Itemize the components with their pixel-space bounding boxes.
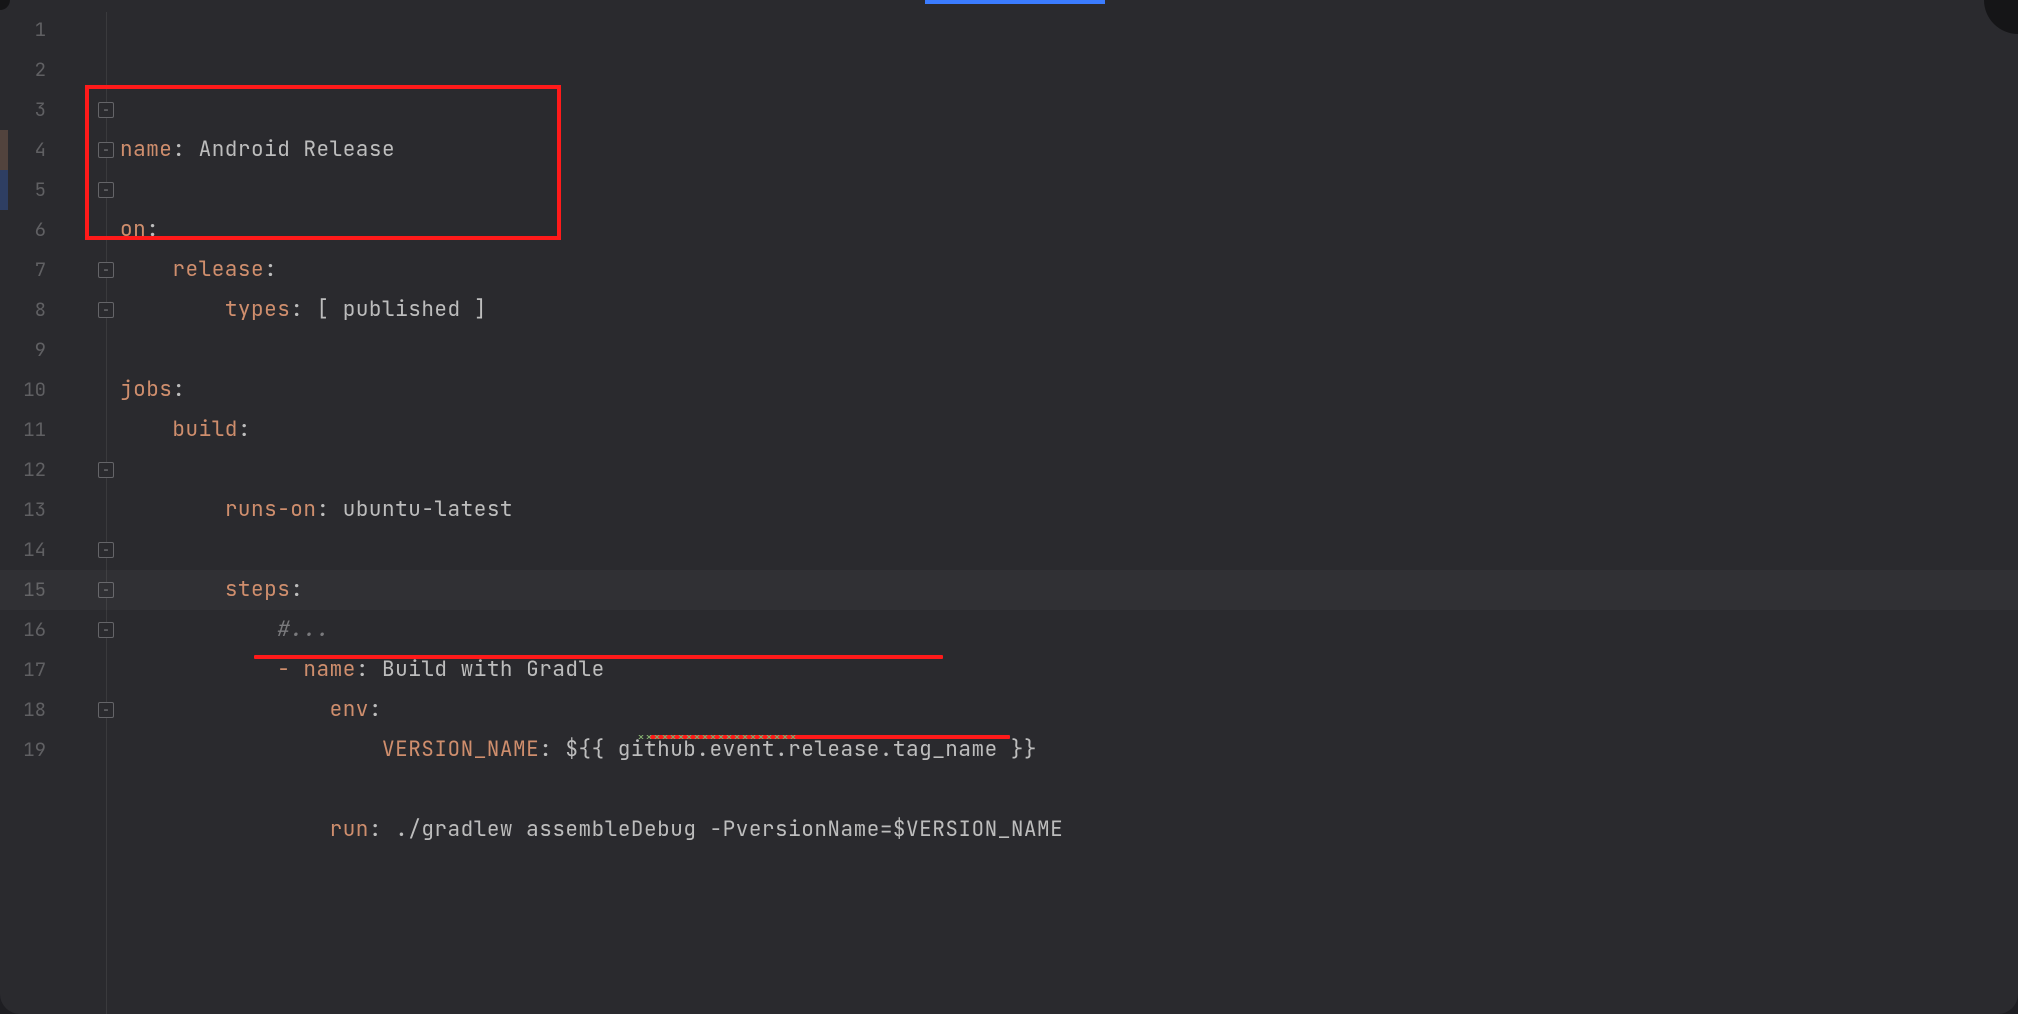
code-token <box>120 610 277 650</box>
code-token: : <box>146 210 159 250</box>
code-line[interactable]: #... <box>120 610 2018 650</box>
code-token: : <box>264 250 277 290</box>
line-number[interactable]: 19 <box>0 730 62 770</box>
code-token <box>120 810 330 850</box>
code-line[interactable]: run: ./gradlew assembleDebug -PversionNa… <box>120 810 2018 850</box>
code-line[interactable]: steps: <box>0 570 2018 610</box>
line-number[interactable]: 14 <box>0 530 62 570</box>
code-token: : <box>172 370 185 410</box>
code-token <box>120 290 225 330</box>
code-token: : <box>539 730 565 770</box>
code-token: ubuntu-latest <box>343 490 513 530</box>
code-line[interactable]: jobs: <box>120 370 2018 410</box>
code-token: release <box>172 250 264 290</box>
code-token: : <box>317 490 343 530</box>
fold-toggle-icon[interactable]: − <box>98 702 114 718</box>
code-token <box>120 250 172 290</box>
code-token <box>120 690 330 730</box>
code-token: Android Release <box>199 130 396 170</box>
line-number[interactable]: 7 <box>0 250 62 290</box>
line-number[interactable]: 4 <box>0 130 62 170</box>
code-token: : <box>290 290 316 330</box>
code-token: runs-on <box>225 490 317 530</box>
code-token: jobs <box>120 370 172 410</box>
line-number[interactable]: 11 <box>0 410 62 450</box>
code-token: #... <box>277 610 329 650</box>
code-token: ${{ github.event.release.tag_name }} <box>565 730 1037 770</box>
code-content[interactable]: name: Android Release on: release: types:… <box>120 0 2018 1014</box>
code-line[interactable]: types: [ published ] <box>120 290 2018 330</box>
code-token: types <box>225 290 291 330</box>
code-token: : <box>290 570 303 610</box>
code-token: run <box>330 810 369 850</box>
line-number[interactable]: 12 <box>0 450 62 490</box>
code-token: VERSION_NAME <box>382 730 539 770</box>
line-number[interactable]: 6 <box>0 210 62 250</box>
code-token: steps <box>225 570 291 610</box>
code-token: name <box>120 130 172 170</box>
code-token: [ published ] <box>317 290 487 330</box>
line-number[interactable]: 3 <box>0 90 62 130</box>
line-number[interactable]: 10 <box>0 370 62 410</box>
line-number[interactable]: 5 <box>0 170 62 210</box>
fold-toggle-icon[interactable]: − <box>98 542 114 558</box>
code-line[interactable]: on: <box>120 210 2018 250</box>
line-number[interactable]: 9 <box>0 330 62 370</box>
fold-toggle-icon[interactable]: − <box>98 622 114 638</box>
fold-toggle-icon[interactable]: − <box>98 142 114 158</box>
fold-toggle-icon[interactable]: − <box>98 102 114 118</box>
code-line[interactable] <box>120 330 2018 370</box>
code-line[interactable] <box>120 850 2018 890</box>
code-editor[interactable]: 12345678910111213141516171819 −−−−−−−−−−… <box>0 0 2018 1014</box>
code-token: name <box>303 650 355 690</box>
line-number-gutter[interactable]: 12345678910111213141516171819 <box>0 0 62 1014</box>
code-token: Build with Gradle <box>382 650 605 690</box>
code-token: : <box>356 650 382 690</box>
code-token <box>120 650 277 690</box>
line-number[interactable]: 1 <box>0 10 62 50</box>
code-token: ./gradlew assembleDebug -PversionName=$V… <box>395 810 1063 850</box>
code-line[interactable] <box>120 770 2018 810</box>
code-token: : <box>369 810 395 850</box>
code-token: build <box>172 410 238 450</box>
code-token: : <box>238 410 251 450</box>
code-token <box>120 410 172 450</box>
code-line[interactable]: name: Android Release <box>120 130 2018 170</box>
code-line[interactable]: release: <box>120 250 2018 290</box>
code-token <box>120 730 382 770</box>
scrollbar-track[interactable] <box>2008 8 2016 1006</box>
line-number[interactable]: 13 <box>0 490 62 530</box>
code-line[interactable] <box>120 530 2018 570</box>
code-line[interactable]: VERSION_NAME: ${{ github.event.release.t… <box>120 730 2018 770</box>
code-token <box>120 570 225 610</box>
code-line[interactable] <box>120 450 2018 490</box>
code-line[interactable]: runs-on: ubuntu-latest <box>120 490 2018 530</box>
line-number[interactable]: 17 <box>0 650 62 690</box>
line-number[interactable]: 16 <box>0 610 62 650</box>
line-number[interactable]: 8 <box>0 290 62 330</box>
fold-toggle-icon[interactable]: − <box>98 462 114 478</box>
code-token: - <box>277 650 303 690</box>
line-number[interactable]: 2 <box>0 50 62 90</box>
code-token: on <box>120 210 146 250</box>
code-token: : <box>172 130 198 170</box>
fold-toggle-icon[interactable]: − <box>98 262 114 278</box>
fold-column[interactable]: −−−−−−−−−− <box>95 0 117 1014</box>
code-token <box>120 490 225 530</box>
fold-toggle-icon[interactable]: − <box>98 302 114 318</box>
code-token: env <box>330 690 369 730</box>
fold-toggle-icon[interactable]: − <box>98 182 114 198</box>
line-number[interactable]: 18 <box>0 690 62 730</box>
code-line[interactable] <box>120 170 2018 210</box>
code-line[interactable]: - name: Build with Gradle <box>120 650 2018 690</box>
code-token: : <box>369 690 382 730</box>
code-line[interactable]: env: <box>120 690 2018 730</box>
code-line[interactable]: build: <box>120 410 2018 450</box>
